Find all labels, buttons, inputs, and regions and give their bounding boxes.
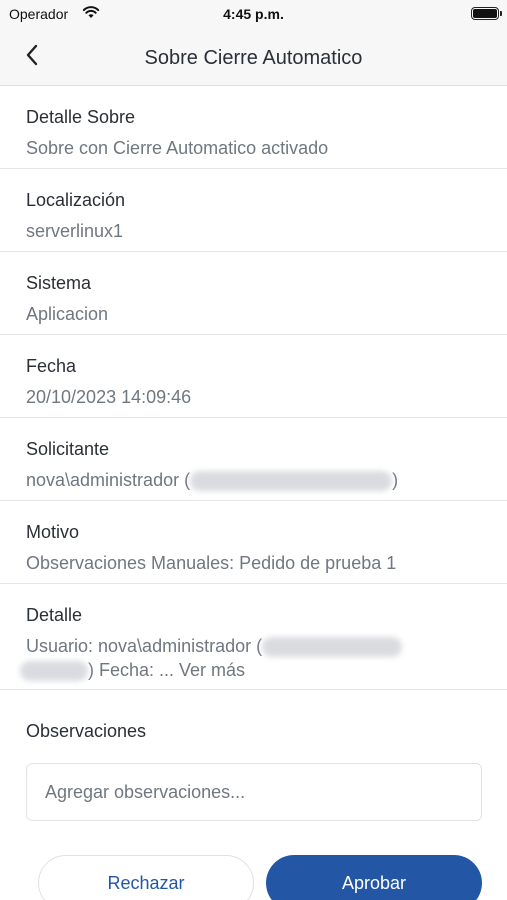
detail-label: Localización: [26, 190, 126, 210]
detail-row-detalle-sobre: Detalle Sobre Sobre con Cierre Automatic…: [0, 86, 507, 169]
detail-row-detalle[interactable]: Detalle Usuario: nova\administrador ( ) …: [0, 584, 507, 690]
detail-label: Motivo: [26, 522, 80, 542]
detail-row-sistema: Sistema Aplicacion: [0, 252, 507, 335]
detail-value: Sobre con Cierre Automatico activado: [26, 138, 329, 158]
requester-user: nova\administrador (: [26, 470, 191, 490]
observations-input[interactable]: [26, 763, 482, 821]
detail-ver-mas-text[interactable]: ) Fecha: ... Ver más: [88, 660, 245, 680]
redacted-name: [190, 471, 393, 492]
detail-row-localizacion: Localización serverlinux1: [0, 169, 507, 252]
approve-button[interactable]: Aprobar: [266, 855, 482, 900]
detail-label: Detalle: [26, 605, 83, 625]
redacted-name: [262, 637, 403, 658]
detail-value: Observaciones Manuales: Pedido de prueba…: [26, 553, 397, 573]
detail-label: Sistema: [26, 273, 92, 293]
battery-icon: [471, 7, 502, 20]
navigation-bar: Sobre Cierre Automatico: [0, 28, 507, 86]
detail-value: 20/10/2023 14:09:46: [26, 387, 192, 407]
redacted-name: [20, 661, 88, 682]
detail-row-fecha: Fecha 20/10/2023 14:09:46: [0, 335, 507, 418]
detail-label: Fecha: [26, 356, 77, 376]
detail-user-text: Usuario: nova\administrador (: [26, 636, 263, 656]
requester-suffix: ): [392, 470, 399, 490]
detail-value: Aplicacion: [26, 304, 109, 324]
reject-button[interactable]: Rechazar: [38, 855, 254, 900]
observations-label: Observaciones: [26, 721, 147, 741]
detail-value-line1: Usuario: nova\administrador (: [26, 636, 403, 658]
detail-value: serverlinux1: [26, 221, 124, 241]
detail-label: Solicitante: [26, 439, 110, 459]
page-title: Sobre Cierre Automatico: [144, 47, 363, 69]
detail-label: Detalle Sobre: [26, 107, 136, 127]
detail-value-line2: ) Fecha: ... Ver más: [20, 660, 245, 682]
status-time: 4:45 p.m.: [223, 6, 284, 22]
detail-row-motivo: Motivo Observaciones Manuales: Pedido de…: [0, 501, 507, 584]
detail-list: Detalle Sobre Sobre con Cierre Automatic…: [0, 86, 507, 690]
status-bar: Operador 4:45 p.m.: [0, 0, 507, 28]
detail-row-solicitante: Solicitante nova\administrador (): [0, 418, 507, 501]
detail-value: nova\administrador (): [26, 470, 399, 492]
